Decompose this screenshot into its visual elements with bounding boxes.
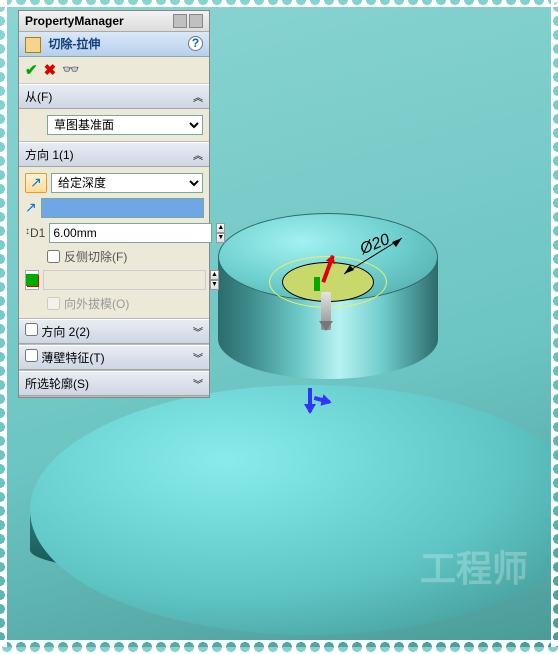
- pm-title: PropertyManager: [25, 14, 124, 28]
- depth-input[interactable]: [49, 223, 212, 243]
- watermark: 工程师: [420, 551, 528, 587]
- draft-outward-checkbox: 向外拔模(O): [25, 295, 203, 312]
- pm-title-buttons: [173, 14, 203, 28]
- group-contours-label: 所选轮廓(S): [25, 375, 89, 392]
- help-button[interactable]: ?: [188, 36, 203, 51]
- cut-extrude-icon: [25, 37, 41, 53]
- chevron-down-icon: ︾: [193, 350, 203, 365]
- feature-name: 切除-拉伸: [48, 37, 100, 51]
- drag-handle-depth[interactable]: [321, 292, 331, 330]
- confirm-bar: ✔ ✖ 👓: [19, 57, 209, 84]
- depth-icon: ↕D1: [25, 223, 45, 243]
- group-dir1-label: 方向 1(1): [25, 146, 74, 163]
- draft-button[interactable]: [25, 270, 39, 290]
- group-direction2: 方向 2(2) ︾: [19, 319, 209, 345]
- draft-spinner: ▲▼: [210, 270, 219, 290]
- group-dir1-header[interactable]: 方向 1(1) ︽: [19, 142, 209, 167]
- group-contours: 所选轮廓(S) ︾: [19, 371, 209, 397]
- detailed-preview-button[interactable]: 👓: [62, 61, 79, 78]
- group-thin-label: 薄壁特征(T): [41, 351, 104, 365]
- group-contours-header[interactable]: 所选轮廓(S) ︾: [19, 371, 209, 396]
- pm-pushpin-icon[interactable]: [173, 14, 187, 28]
- draft-outward-label: 向外拔模(O): [64, 295, 129, 312]
- feature-header: 切除-拉伸 ?: [19, 32, 209, 57]
- reverse-direction-button[interactable]: ↗: [25, 173, 47, 193]
- depth-spinner[interactable]: ▲▼: [216, 223, 225, 243]
- dir2-enable-checkbox[interactable]: [25, 323, 38, 336]
- group-from-header[interactable]: 从(F) ︽: [19, 84, 209, 109]
- reverse-arrow-icon: ↗: [30, 174, 42, 191]
- chevron-up-icon: ︽: [193, 89, 203, 104]
- flip-side-checkbox[interactable]: 反侧切除(F): [25, 248, 203, 265]
- group-from: 从(F) ︽ 草图基准面: [19, 84, 209, 142]
- group-dir2-header[interactable]: 方向 2(2) ︾: [19, 319, 209, 344]
- direction-entity-input[interactable]: [41, 198, 204, 218]
- direction-vector-icon: ↗: [25, 198, 37, 218]
- flip-side-input[interactable]: [47, 250, 60, 263]
- draft-angle-input: [43, 270, 206, 290]
- flip-side-label: 反侧切除(F): [64, 248, 127, 265]
- group-from-label: 从(F): [25, 88, 52, 105]
- group-direction1: 方向 1(1) ︽ ↗ 给定深度 ↗ ↕D1 ▲▼ 反侧切除(F): [19, 142, 209, 319]
- chevron-up-icon: ︽: [193, 147, 203, 162]
- group-thin-header[interactable]: 薄壁特征(T) ︾: [19, 345, 209, 370]
- group-thin-feature: 薄壁特征(T) ︾: [19, 345, 209, 371]
- ok-button[interactable]: ✔: [25, 61, 38, 79]
- chevron-down-icon: ︾: [193, 376, 203, 391]
- start-condition-select[interactable]: 草图基准面: [47, 115, 203, 135]
- cancel-button[interactable]: ✖: [44, 61, 57, 79]
- draft-outward-input: [47, 297, 60, 310]
- draft-icon: [26, 274, 38, 286]
- chevron-down-icon: ︾: [193, 324, 203, 339]
- group-dir2-label: 方向 2(2): [41, 325, 90, 339]
- origin-marker: [314, 277, 320, 291]
- pm-menu-icon[interactable]: [189, 14, 203, 28]
- thin-enable-checkbox[interactable]: [25, 349, 38, 362]
- pm-titlebar: PropertyManager: [19, 11, 209, 32]
- base-disc-top[interactable]: [30, 385, 558, 635]
- property-manager-panel: PropertyManager 切除-拉伸 ? ✔ ✖ 👓 从(F) ︽ 草图基…: [18, 10, 210, 398]
- end-condition-select[interactable]: 给定深度: [51, 173, 203, 193]
